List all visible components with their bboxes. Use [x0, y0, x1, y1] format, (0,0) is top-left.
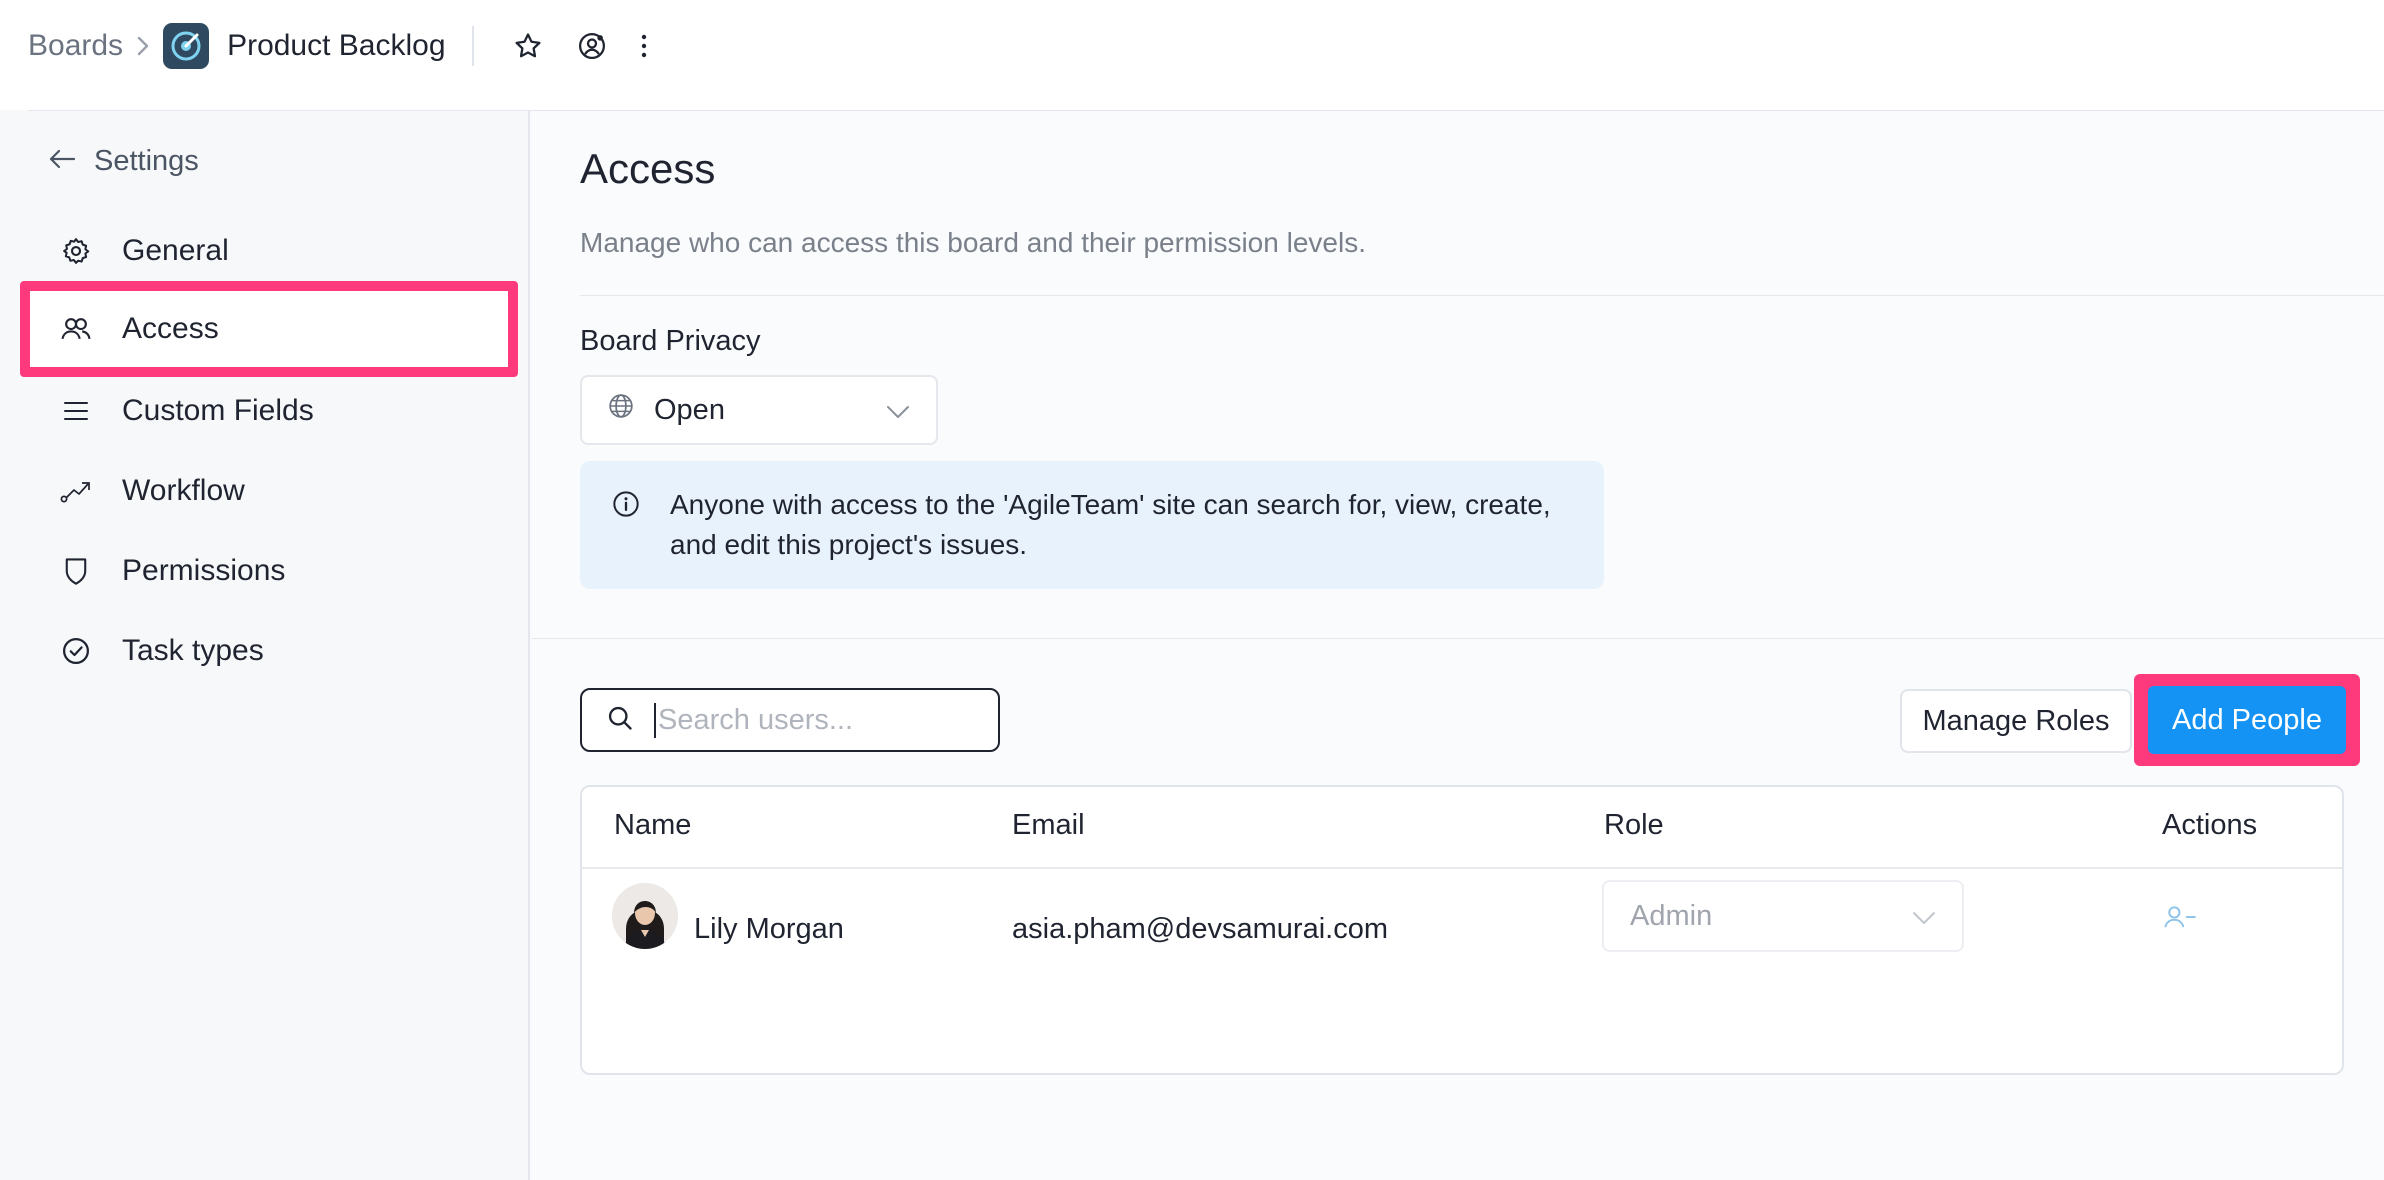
sidebar-item-label: Access — [122, 312, 219, 345]
divider — [532, 638, 2384, 639]
sidebar-item-label: General — [122, 234, 229, 267]
divider — [580, 295, 2384, 296]
search-icon — [606, 704, 634, 737]
people-icon — [58, 311, 94, 347]
breadcrumb-boards-link[interactable]: Boards — [28, 29, 123, 63]
add-people-button[interactable]: Add People — [2148, 686, 2346, 754]
board-logo-icon — [163, 23, 210, 69]
column-header-email[interactable]: Email — [1012, 809, 1085, 842]
avatar — [612, 883, 678, 949]
breadcrumb: Boards Product Backlog — [28, 18, 664, 74]
page-title: Access — [580, 145, 716, 192]
user-search-box[interactable] — [580, 688, 1000, 752]
settings-back-button[interactable]: Settings — [48, 145, 199, 178]
privacy-info-banner: Anyone with access to the 'AgileTeam' si… — [580, 461, 1604, 589]
board-title[interactable]: Product Backlog — [227, 29, 445, 63]
list-icon — [58, 393, 94, 429]
sidebar-item-task-types[interactable]: Task types — [20, 611, 518, 691]
globe-icon — [608, 393, 634, 427]
main-content: Access Manage who can access this board … — [532, 111, 2384, 1180]
manage-roles-button[interactable]: Manage Roles — [1900, 689, 2132, 753]
sidebar-item-custom-fields[interactable]: Custom Fields — [20, 371, 518, 451]
chevron-right-icon — [123, 35, 163, 57]
shield-icon — [58, 553, 94, 589]
board-privacy-select[interactable]: Open — [580, 375, 938, 445]
settings-heading: Settings — [94, 145, 199, 177]
gear-icon — [58, 233, 94, 269]
member-email: asia.pham@devsamurai.com — [1012, 913, 1388, 945]
role-value: Admin — [1630, 899, 1713, 932]
info-icon — [612, 489, 644, 589]
privacy-info-text: Anyone with access to the 'AgileTeam' si… — [670, 489, 1551, 560]
check-circle-icon — [58, 633, 94, 669]
board-privacy-label: Board Privacy — [580, 325, 761, 357]
column-header-name[interactable]: Name — [614, 809, 691, 842]
sidebar-item-label: Workflow — [122, 474, 245, 507]
chevron-down-icon — [1912, 900, 1936, 933]
arrow-left-icon — [48, 145, 76, 178]
sidebar-item-label: Task types — [122, 634, 264, 667]
sidebar-item-label: Permissions — [122, 554, 286, 587]
add-people-highlight: Add People — [2134, 674, 2360, 766]
search-input[interactable] — [654, 702, 974, 738]
column-header-role[interactable]: Role — [1604, 809, 1664, 842]
board-privacy-value: Open — [654, 393, 725, 426]
chevron-down-icon — [886, 394, 910, 427]
divider — [582, 867, 2342, 869]
star-icon[interactable] — [496, 18, 560, 74]
sidebar-item-permissions[interactable]: Permissions — [20, 531, 518, 611]
member-name: Lily Morgan — [694, 913, 844, 945]
role-select[interactable]: Admin — [1602, 880, 1964, 952]
sidebar-item-general[interactable]: General — [20, 211, 518, 291]
sidebar-item-access[interactable]: Access — [20, 281, 518, 377]
sidebar-item-workflow[interactable]: Workflow — [20, 451, 518, 531]
column-header-actions: Actions — [2162, 809, 2258, 841]
members-table: Name Email Role Actions Lily Morgan asia… — [580, 785, 2344, 1075]
remove-user-icon[interactable] — [2160, 897, 2200, 937]
sidebar-item-label: Custom Fields — [122, 394, 314, 427]
settings-sidebar: Settings General Access Custom Fields Wo… — [0, 111, 530, 1180]
more-vertical-icon[interactable] — [624, 18, 664, 74]
page-subtitle: Manage who can access this board and the… — [580, 227, 1366, 258]
divider — [471, 26, 474, 66]
top-bar: Boards Product Backlog — [0, 0, 2384, 111]
watch-user-icon[interactable] — [560, 18, 624, 74]
workflow-icon — [58, 473, 94, 509]
